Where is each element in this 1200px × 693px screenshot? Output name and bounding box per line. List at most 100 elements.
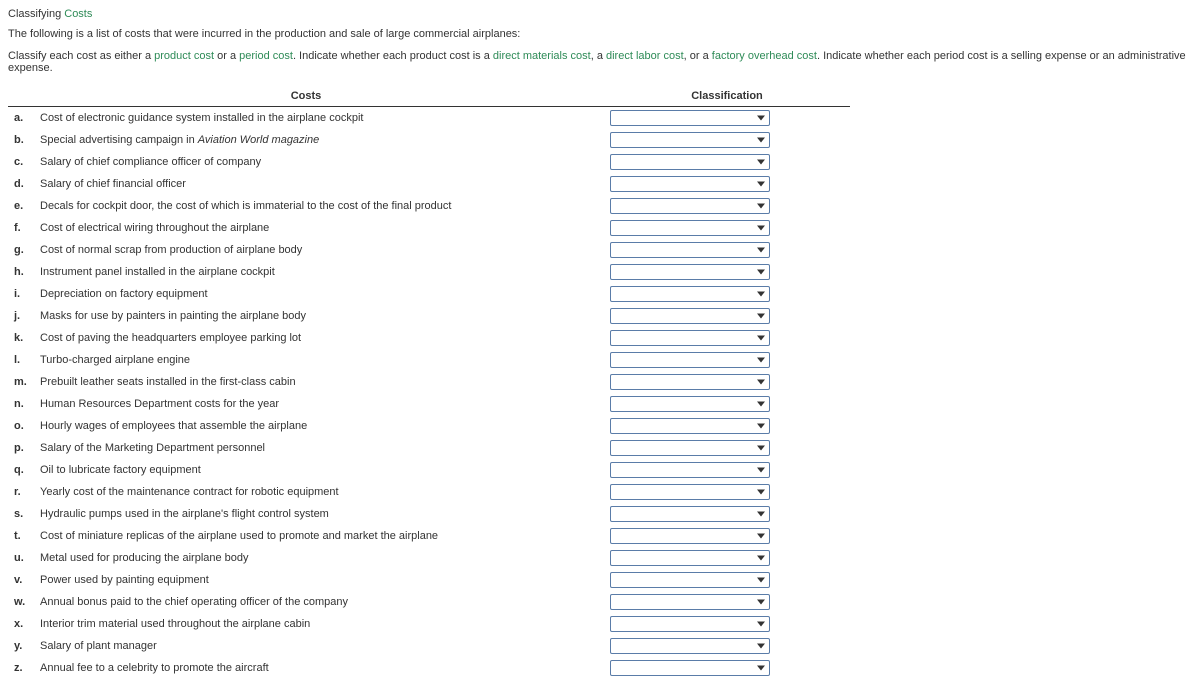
- table-row: n.Human Resources Department costs for t…: [8, 393, 850, 415]
- row-description: Interior trim material used throughout t…: [34, 613, 604, 635]
- row-letter: p.: [8, 437, 34, 459]
- row-description: Salary of chief financial officer: [34, 173, 604, 195]
- table-row: k.Cost of paving the headquarters employ…: [8, 327, 850, 349]
- row-letter: z.: [8, 657, 34, 679]
- instr-g1: product cost: [154, 50, 214, 62]
- intro-text: The following is a list of costs that we…: [8, 28, 1192, 40]
- classification-dropdown[interactable]: [610, 198, 770, 214]
- row-description: Hourly wages of employees that assemble …: [34, 415, 604, 437]
- classification-dropdown[interactable]: [610, 264, 770, 280]
- row-description: Cost of paving the headquarters employee…: [34, 327, 604, 349]
- row-letter: e.: [8, 195, 34, 217]
- table-row: x.Interior trim material used throughout…: [8, 613, 850, 635]
- row-letter: k.: [8, 327, 34, 349]
- row-classification-cell: [604, 481, 850, 503]
- classification-dropdown[interactable]: [610, 330, 770, 346]
- classification-dropdown[interactable]: [610, 110, 770, 126]
- table-row: q.Oil to lubricate factory equipment: [8, 459, 850, 481]
- table-row: i.Depreciation on factory equipment: [8, 283, 850, 305]
- instr-g5: factory overhead cost: [712, 50, 817, 62]
- row-classification-cell: [604, 635, 850, 657]
- row-description: Human Resources Department costs for the…: [34, 393, 604, 415]
- classification-dropdown[interactable]: [610, 132, 770, 148]
- row-classification-cell: [604, 393, 850, 415]
- table-row: z.Annual fee to a celebrity to promote t…: [8, 657, 850, 679]
- classification-dropdown[interactable]: [610, 242, 770, 258]
- row-description: Instrument panel installed in the airpla…: [34, 261, 604, 283]
- classification-dropdown[interactable]: [610, 286, 770, 302]
- row-description: Special advertising campaign in Aviation…: [34, 129, 604, 151]
- classification-dropdown[interactable]: [610, 220, 770, 236]
- row-description: Depreciation on factory equipment: [34, 283, 604, 305]
- table-row: j.Masks for use by painters in painting …: [8, 305, 850, 327]
- row-letter: y.: [8, 635, 34, 657]
- instr-p1: Classify each cost as either a: [8, 50, 154, 62]
- classification-dropdown[interactable]: [610, 506, 770, 522]
- page-title: Classifying Costs: [8, 8, 1192, 20]
- row-classification-cell: [604, 613, 850, 635]
- row-classification-cell: [604, 283, 850, 305]
- header-costs: Costs: [8, 86, 604, 107]
- table-row: b.Special advertising campaign in Aviati…: [8, 129, 850, 151]
- row-description: Turbo-charged airplane engine: [34, 349, 604, 371]
- table-row: a.Cost of electronic guidance system ins…: [8, 107, 850, 130]
- classification-dropdown[interactable]: [610, 616, 770, 632]
- row-letter: j.: [8, 305, 34, 327]
- classification-dropdown[interactable]: [610, 594, 770, 610]
- table-row: f.Cost of electrical wiring throughout t…: [8, 217, 850, 239]
- table-row: g.Cost of normal scrap from production o…: [8, 239, 850, 261]
- row-description: Salary of chief compliance officer of co…: [34, 151, 604, 173]
- row-letter: w.: [8, 591, 34, 613]
- row-classification-cell: [604, 503, 850, 525]
- row-classification-cell: [604, 239, 850, 261]
- instructions: Classify each cost as either a product c…: [8, 50, 1192, 74]
- row-letter: a.: [8, 107, 34, 130]
- instr-g4: direct labor cost: [606, 50, 684, 62]
- row-letter: d.: [8, 173, 34, 195]
- row-classification-cell: [604, 305, 850, 327]
- table-row: m.Prebuilt leather seats installed in th…: [8, 371, 850, 393]
- classification-dropdown[interactable]: [610, 572, 770, 588]
- row-letter: f.: [8, 217, 34, 239]
- table-row: c.Salary of chief compliance officer of …: [8, 151, 850, 173]
- row-description: Hydraulic pumps used in the airplane's f…: [34, 503, 604, 525]
- row-classification-cell: [604, 459, 850, 481]
- classification-dropdown[interactable]: [610, 462, 770, 478]
- classification-dropdown[interactable]: [610, 484, 770, 500]
- classification-dropdown[interactable]: [610, 308, 770, 324]
- title-prefix: Classifying: [8, 8, 64, 20]
- row-classification-cell: [604, 129, 850, 151]
- row-description: Salary of plant manager: [34, 635, 604, 657]
- row-description: Cost of miniature replicas of the airpla…: [34, 525, 604, 547]
- row-classification-cell: [604, 327, 850, 349]
- row-letter: i.: [8, 283, 34, 305]
- header-classification: Classification: [604, 86, 850, 107]
- classification-dropdown[interactable]: [610, 440, 770, 456]
- classification-dropdown[interactable]: [610, 550, 770, 566]
- classification-dropdown[interactable]: [610, 528, 770, 544]
- classification-dropdown[interactable]: [610, 154, 770, 170]
- row-letter: v.: [8, 569, 34, 591]
- row-classification-cell: [604, 525, 850, 547]
- row-description: Annual bonus paid to the chief operating…: [34, 591, 604, 613]
- classification-dropdown[interactable]: [610, 374, 770, 390]
- row-classification-cell: [604, 547, 850, 569]
- instr-p2: or a: [214, 50, 239, 62]
- table-row: t.Cost of miniature replicas of the airp…: [8, 525, 850, 547]
- instr-p5: , or a: [684, 50, 712, 62]
- row-classification-cell: [604, 151, 850, 173]
- row-classification-cell: [604, 261, 850, 283]
- row-letter: o.: [8, 415, 34, 437]
- row-letter: s.: [8, 503, 34, 525]
- classification-dropdown[interactable]: [610, 418, 770, 434]
- row-description: Decals for cockpit door, the cost of whi…: [34, 195, 604, 217]
- classification-dropdown[interactable]: [610, 638, 770, 654]
- classification-dropdown[interactable]: [610, 660, 770, 676]
- classification-dropdown[interactable]: [610, 396, 770, 412]
- classification-dropdown[interactable]: [610, 352, 770, 368]
- title-highlight: Costs: [64, 8, 92, 20]
- row-letter: r.: [8, 481, 34, 503]
- table-row: v.Power used by painting equipment: [8, 569, 850, 591]
- row-description: Cost of normal scrap from production of …: [34, 239, 604, 261]
- classification-dropdown[interactable]: [610, 176, 770, 192]
